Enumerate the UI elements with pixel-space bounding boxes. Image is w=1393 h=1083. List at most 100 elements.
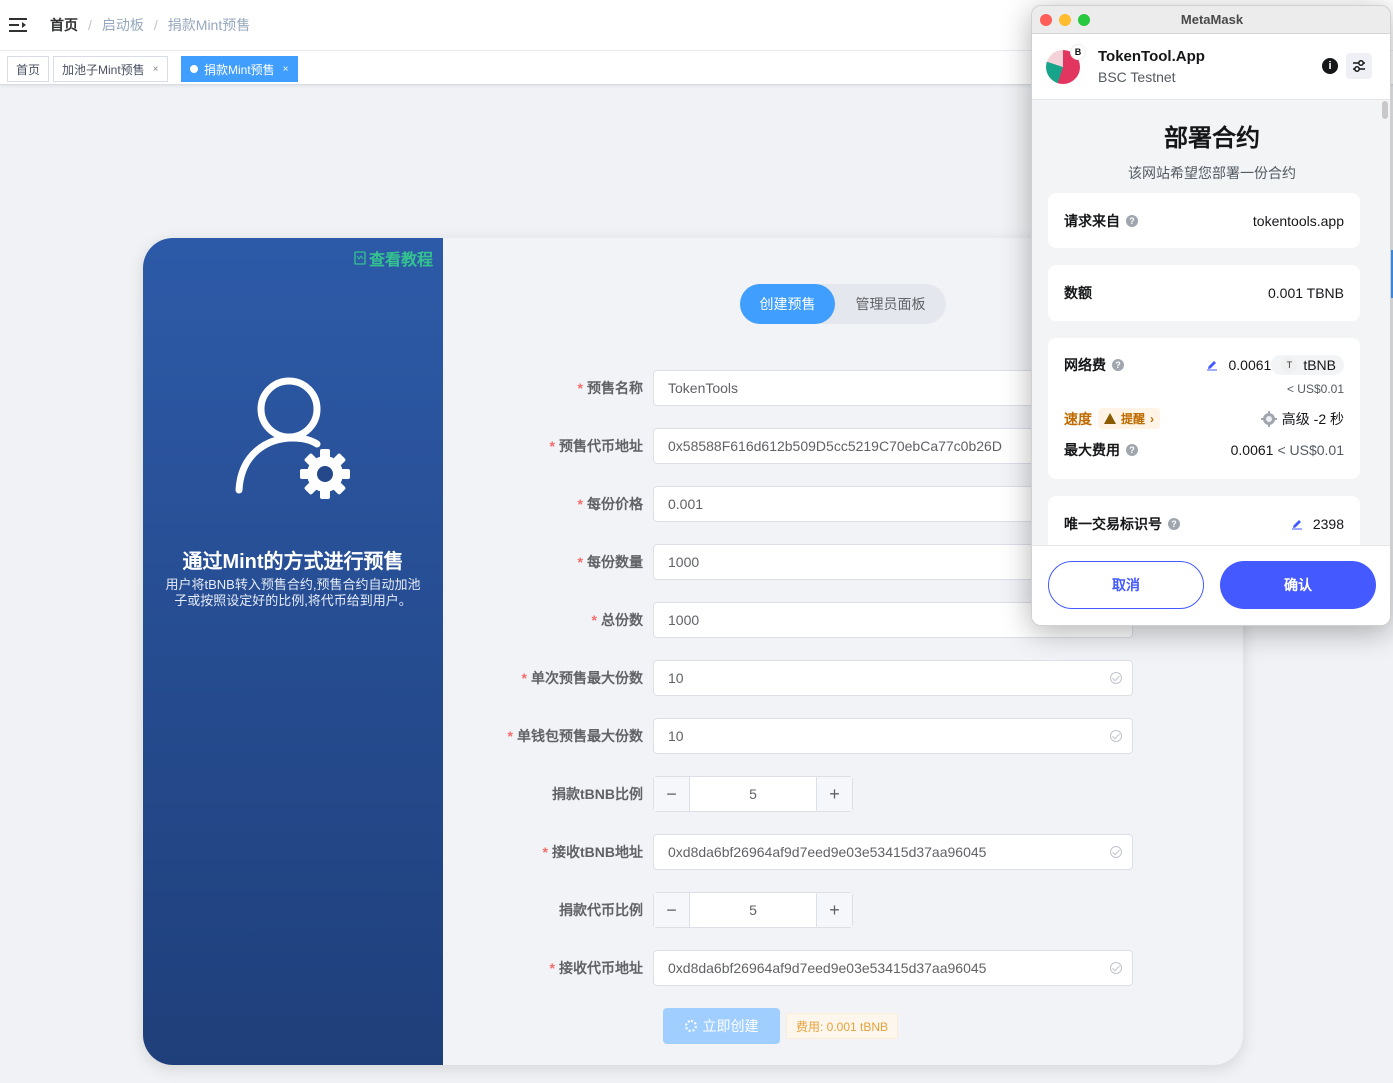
stepper-value[interactable]: 5 [690,777,816,811]
request-from-box: 请求来自? tokentools.app [1048,193,1360,248]
request-from-row: 请求来自? tokentools.app [1064,211,1344,231]
form-row-tbnb-receiver: * 接收tBNB地址 0xd8da6bf26964af9d7eed9e03e534… [443,834,1243,870]
field-label: 捐款tBNB比例 [552,786,643,802]
tbnb-ratio-stepper: − 5 + [653,776,853,812]
breadcrumb-item-home[interactable]: 首页 [50,15,78,35]
tag-pool-mint-presale[interactable]: 加池子Mint预售 × [53,56,168,82]
tag-donate-mint-presale[interactable]: 捐款Mint预售 × [181,56,298,82]
amount-box: 数额 0.001 TBNB [1048,265,1360,321]
panel-description: 用户将tBNB转入预售合约,预售合约自动加池子或按照设定好的比例,将代币给到用户… [165,577,421,608]
help-icon[interactable]: ? [1126,444,1138,456]
tbnb-receiver-input[interactable]: 0xd8da6bf26964af9d7eed9e03e53415d37aa960… [653,834,1133,870]
field-label: * 每份数量 [577,554,643,570]
confirmation-subheading: 该网站希望您部署一份合约 [1128,165,1296,181]
edit-pencil-icon[interactable] [1206,359,1218,371]
metamask-window: MetaMask B TokenTool.App BSC Testnet i 部… [1031,5,1391,626]
token-ratio-stepper: − 5 + [653,892,853,928]
stepper-value[interactable]: 5 [690,893,816,927]
form-row-max-single: * 单次预售最大份数 10 [443,660,1243,696]
amount-row: 数额 0.001 TBNB [1064,283,1344,303]
loading-spinner-icon [684,1020,697,1032]
max-fee-usd: < US$0.01 [1277,442,1344,458]
nonce-row: 唯一交易标识号? 2398 [1064,514,1344,534]
max-wallet-input[interactable]: 10 [653,718,1133,754]
increment-button[interactable]: + [816,893,852,927]
required-mark: * [549,960,555,976]
action-footer: 取消 确认 [1032,545,1390,625]
network-fee-row: 网络费? 0.0061 TtBNB [1064,355,1344,375]
scrollbar-thumb[interactable] [1382,101,1388,119]
create-now-button[interactable]: 立即创建 [663,1008,780,1044]
tab-create-presale[interactable]: 创建预售 [740,284,835,324]
cancel-button[interactable]: 取消 [1048,561,1204,609]
settings-sliders-icon[interactable] [1346,53,1372,79]
request-from-label: 请求来自 [1064,213,1120,229]
help-icon[interactable]: ? [1126,215,1138,227]
required-mark: * [577,554,583,570]
network-fee-usd: < US$0.01 [1286,382,1344,396]
nonce-label: 唯一交易标识号 [1064,516,1162,532]
tab-admin-panel[interactable]: 管理员面板 [835,284,946,324]
close-icon[interactable]: × [283,64,289,75]
token-pill: TtBNB [1271,355,1344,375]
mode-switch: 创建预售 管理员面板 [740,284,946,324]
breadcrumb-separator: / [88,17,92,33]
speed-warning-badge[interactable]: 提醒 › [1098,408,1161,429]
request-from-value: tokentools.app [1252,213,1344,229]
site-logo-icon: B [1046,43,1086,84]
window-titlebar: MetaMask [1032,6,1390,34]
gear-icon [1260,410,1277,427]
tbnb-token-icon: T [1281,357,1298,373]
network-name: BSC Testnet [1098,69,1176,85]
required-mark: * [549,438,555,454]
decrement-button[interactable]: − [654,893,690,927]
check-circle-icon [1110,846,1122,858]
form-row-token-receiver: * 接收代币地址 0xd8da6bf26964af9d7eed9e03e53415… [443,950,1243,986]
token-receiver-input[interactable]: 0xd8da6bf26964af9d7eed9e03e53415d37aa960… [653,950,1133,986]
site-header: B TokenTool.App BSC Testnet i [1032,34,1390,100]
network-fee-label: 网络费 [1064,357,1106,373]
field-label: * 每份价格 [577,496,643,512]
tag-label: 首页 [16,62,41,77]
decrement-button[interactable]: − [654,777,690,811]
increment-button[interactable]: + [816,777,852,811]
tutorial-link[interactable]: 查看教程 [354,246,433,270]
check-circle-icon [1110,730,1122,742]
tag-label: 加池子Mint预售 [62,62,145,77]
breadcrumb-item-current: 捐款Mint预售 [167,17,251,33]
required-mark: * [577,496,583,512]
field-label: * 预售代币地址 [549,438,643,454]
check-circle-icon [1110,962,1122,974]
form-row-max-wallet: * 单钱包预售最大份数 10 [443,718,1243,754]
max-fee-label: 最大费用 [1064,442,1120,458]
form-row-token-ratio: 捐款代币比例 − 5 + [443,892,1243,928]
required-mark: * [577,380,583,396]
book-icon [354,251,366,265]
confirmation-heading: 部署合约 [1164,125,1260,152]
field-label: * 总份数 [591,612,643,628]
confirmation-body[interactable]: 部署合约 该网站希望您部署一份合约 请求来自? tokentools.app 数… [1032,101,1390,547]
required-mark: * [507,728,513,744]
fee-tag: 费用: 0.001 tBNB [786,1013,899,1039]
tag-label: 捐款Mint预售 [204,62,275,77]
network-fee-box: 网络费? 0.0061 TtBNB < US$0.01 速度 提醒 › 高级 -2… [1048,338,1360,479]
close-icon[interactable]: × [153,64,159,75]
required-mark: * [591,612,597,628]
max-single-input[interactable]: 10 [653,660,1133,696]
field-label: * 单钱包预售最大份数 [507,728,643,744]
help-icon[interactable]: ? [1168,518,1180,530]
amount-label: 数额 [1064,285,1092,301]
edit-pencil-icon[interactable] [1291,518,1303,530]
help-icon[interactable]: ? [1112,359,1124,371]
info-icon[interactable]: i [1322,58,1338,74]
site-name: TokenTool.App [1098,48,1205,65]
amount-value: 0.001 TBNB [1267,285,1344,301]
nonce-value: 2398 [1312,516,1344,532]
required-mark: * [521,670,527,686]
tag-home[interactable]: 首页 [7,56,50,82]
hamburger-menu-icon[interactable] [2,0,34,51]
confirm-button[interactable]: 确认 [1220,561,1376,609]
breadcrumb-item-launchpad[interactable]: 启动板 [102,15,144,35]
chevron-right-icon: › [1150,411,1155,426]
warning-triangle-icon [1104,413,1116,424]
